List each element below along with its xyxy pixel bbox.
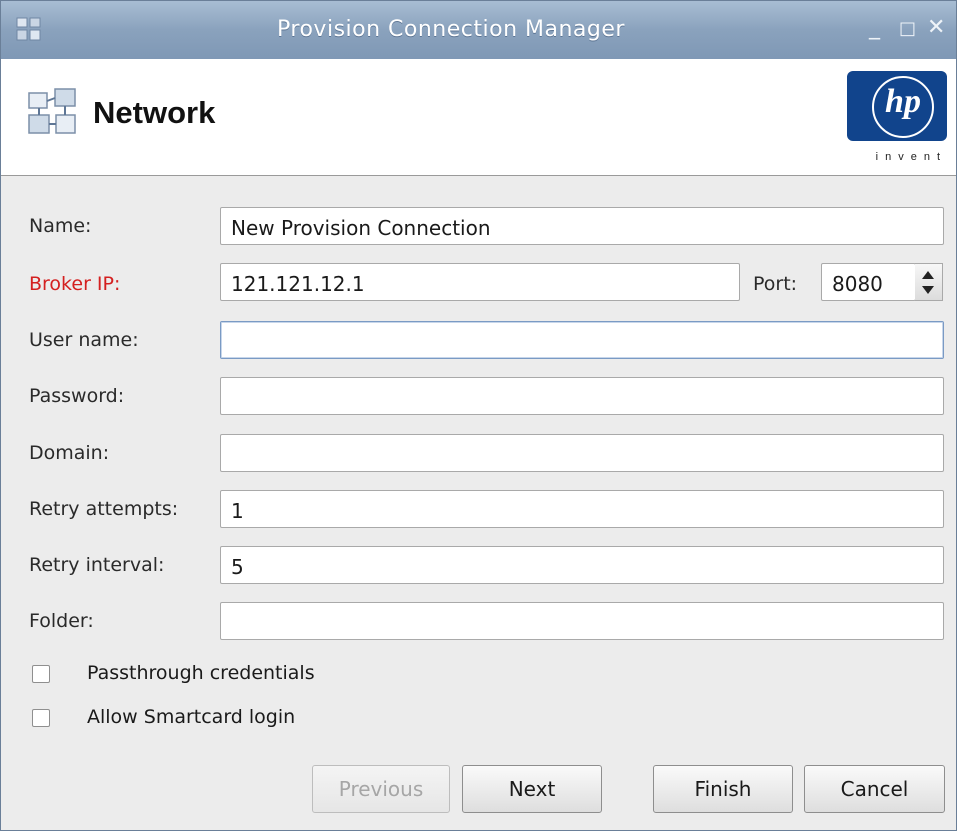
close-icon[interactable]: ✕ [927, 15, 945, 40]
network-icon [28, 88, 76, 134]
previous-button[interactable]: Previous [312, 765, 450, 813]
smartcard-checkbox[interactable] [32, 709, 50, 727]
provision-connection-manager-window: Provision Connection Manager _ □ ✕ Netwo… [0, 0, 957, 831]
hp-logo-tagline: invent [875, 151, 947, 163]
next-button[interactable]: Next [462, 765, 602, 813]
hp-logo-text: hp [885, 83, 921, 120]
hp-logo-mark: hp [847, 71, 947, 141]
page-header: Network hp invent [1, 59, 956, 176]
user-name-label: User name: [29, 329, 139, 351]
folder-field[interactable] [220, 602, 944, 640]
password-label: Password: [29, 385, 125, 407]
maximize-icon[interactable]: □ [899, 18, 916, 39]
port-field[interactable]: 8080 [821, 263, 916, 301]
finish-button[interactable]: Finish [653, 765, 793, 813]
retry-interval-field[interactable]: 5 [220, 546, 944, 584]
port-spinner[interactable] [915, 263, 943, 301]
window-title: Provision Connection Manager [277, 17, 625, 42]
folder-label: Folder: [29, 610, 94, 632]
password-field[interactable] [220, 377, 944, 415]
title-bar[interactable]: Provision Connection Manager _ □ ✕ [1, 1, 956, 59]
retry-attempts-field[interactable]: 1 [220, 490, 944, 528]
spin-down-icon[interactable] [922, 286, 934, 294]
port-label: Port: [753, 273, 798, 295]
name-label: Name: [29, 215, 92, 237]
user-name-field[interactable] [220, 321, 944, 359]
retry-interval-label: Retry interval: [29, 554, 165, 576]
name-field[interactable]: New Provision Connection [220, 207, 944, 245]
broker-ip-label: Broker IP: [29, 273, 121, 295]
passthrough-label[interactable]: Passthrough credentials [87, 662, 315, 684]
minimize-icon[interactable]: _ [869, 15, 880, 40]
cancel-button[interactable]: Cancel [804, 765, 945, 813]
retry-attempts-label: Retry attempts: [29, 498, 179, 520]
domain-label: Domain: [29, 442, 110, 464]
passthrough-checkbox[interactable] [32, 665, 50, 683]
spin-up-icon[interactable] [922, 271, 934, 279]
broker-ip-field[interactable]: 121.121.12.1 [220, 263, 740, 301]
hp-logo: hp invent [843, 71, 949, 171]
smartcard-label[interactable]: Allow Smartcard login [87, 706, 295, 728]
page-title: Network [93, 95, 216, 130]
domain-field[interactable] [220, 434, 944, 472]
